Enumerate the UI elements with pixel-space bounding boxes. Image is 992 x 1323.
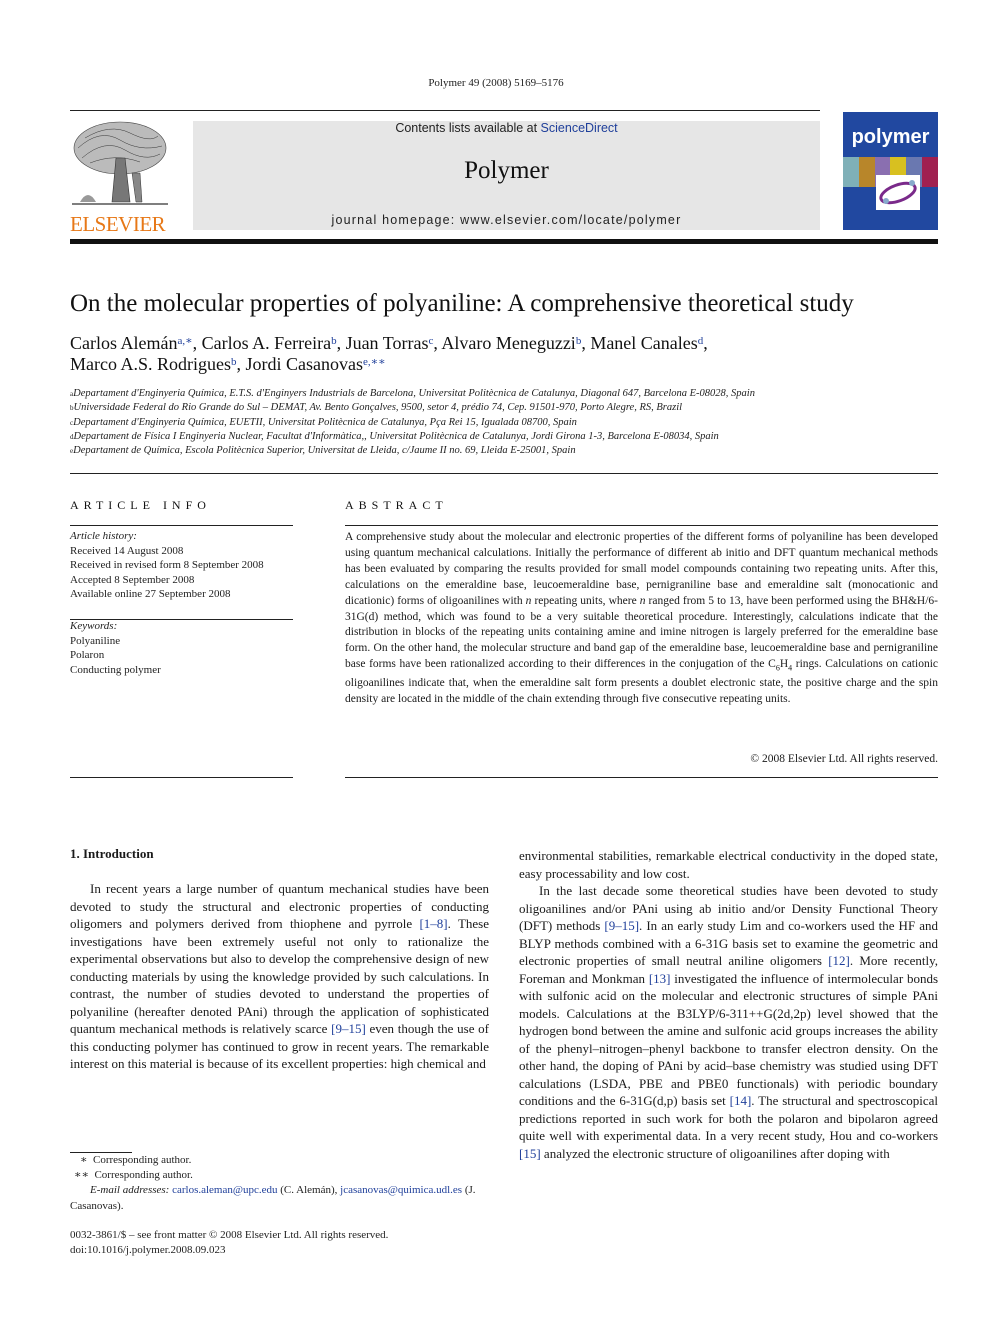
author[interactable]: Alvaro Meneguzzib bbox=[441, 333, 581, 353]
header-rule bbox=[70, 110, 820, 111]
sciencedirect-link[interactable]: ScienceDirect bbox=[541, 121, 618, 135]
reference-link[interactable]: [9–15] bbox=[604, 918, 639, 933]
affiliation: cDepartament d'Enginyeria Química, EUETI… bbox=[70, 416, 577, 428]
author[interactable]: Juan Torrasc bbox=[346, 333, 434, 353]
keyword: Conducting polymer bbox=[70, 663, 161, 676]
keywords: Keywords: Polyaniline Polaron Conducting… bbox=[70, 619, 300, 677]
email-link[interactable]: jcasanovas@quimica.udl.es bbox=[340, 1184, 462, 1196]
cover-molecule-image bbox=[876, 175, 920, 210]
paper-title: On the molecular properties of polyanili… bbox=[70, 290, 854, 317]
introduction-heading: 1. Introduction bbox=[70, 846, 154, 861]
author[interactable]: Jordi Casanovase,∗∗ bbox=[246, 354, 386, 374]
keywords-label: Keywords: bbox=[70, 620, 118, 632]
history-item: Available online 27 September 2008 bbox=[70, 588, 231, 600]
issn-line: 0032-3861/$ – see front matter © 2008 El… bbox=[70, 1229, 389, 1241]
reference-link[interactable]: [1–8] bbox=[419, 916, 447, 931]
footnote: ∗∗ Corresponding author. bbox=[74, 1169, 193, 1182]
divider bbox=[70, 777, 293, 778]
history-label: Article history: bbox=[70, 530, 137, 542]
abstract-text: A comprehensive study about the molecula… bbox=[345, 531, 938, 706]
history-item: Accepted 8 September 2008 bbox=[70, 573, 195, 586]
author[interactable]: Carlos A. Ferreirab bbox=[202, 333, 337, 353]
affiliation-list: aDepartament d'Enginyeria Química, E.T.S… bbox=[70, 387, 950, 458]
article-info-heading: ARTICLE INFO bbox=[70, 498, 211, 512]
cover-title: polymer bbox=[851, 126, 930, 148]
body-column-right: environmental stabilities, remarkable el… bbox=[519, 847, 938, 1162]
divider bbox=[345, 777, 938, 778]
affiliation: aDepartament d'Enginyeria Química, E.T.S… bbox=[70, 388, 755, 399]
reference-link[interactable]: [15] bbox=[519, 1146, 541, 1161]
reference-link[interactable]: [13] bbox=[649, 971, 671, 986]
affiliation: dDepartament de Física I Enginyeria Nucl… bbox=[70, 430, 719, 442]
paragraph: In recent years a large number of quantu… bbox=[70, 881, 489, 1071]
paragraph: environmental stabilities, remarkable el… bbox=[519, 848, 938, 881]
footnotes: ∗ Corresponding author. ∗∗ Corresponding… bbox=[70, 1153, 489, 1214]
section-rule bbox=[70, 473, 938, 474]
paragraph: In the last decade some theoretical stud… bbox=[519, 883, 939, 1161]
reference-link[interactable]: [9–15] bbox=[331, 1021, 366, 1036]
affiliation: eDepartament de Química, Escola Politècn… bbox=[70, 445, 576, 457]
article-history: Article history: Received 14 August 2008… bbox=[70, 529, 300, 602]
elsevier-wordmark: ELSEVIER bbox=[70, 212, 166, 236]
author-list: Carlos Alemána,∗, Carlos A. Ferreirab, J… bbox=[70, 333, 708, 374]
abstract-copyright: © 2008 Elsevier Ltd. All rights reserved… bbox=[750, 753, 938, 765]
divider bbox=[345, 525, 938, 526]
journal-name: Polymer bbox=[464, 157, 549, 184]
history-item: Received 14 August 2008 bbox=[70, 544, 184, 557]
reference-link[interactable]: [14] bbox=[730, 1093, 752, 1108]
keyword: Polyaniline bbox=[70, 634, 121, 647]
history-item: Received in revised form 8 September 200… bbox=[70, 559, 264, 571]
header-thick-rule bbox=[70, 239, 938, 244]
author[interactable]: Manel Canalesd bbox=[590, 333, 703, 353]
elsevier-logo[interactable]: ELSEVIER bbox=[70, 118, 172, 236]
author[interactable]: Carlos Alemána,∗ bbox=[70, 333, 193, 353]
body-column-left: In recent years a large number of quantu… bbox=[70, 880, 489, 1073]
journal-cover[interactable]: polymer bbox=[843, 112, 938, 230]
front-matter: 0032-3861/$ – see front matter © 2008 El… bbox=[70, 1228, 489, 1257]
reference-link[interactable]: [12] bbox=[828, 953, 850, 968]
journal-banner: Contents lists available at ScienceDirec… bbox=[193, 121, 820, 230]
contents-line: Contents lists available at ScienceDirec… bbox=[193, 121, 820, 135]
email-link[interactable]: carlos.aleman@upc.edu bbox=[172, 1184, 277, 1196]
elsevier-tree-icon bbox=[72, 121, 168, 205]
author[interactable]: Marco A.S. Rodriguesb bbox=[70, 354, 237, 374]
footnote: ∗ Corresponding author. bbox=[80, 1154, 192, 1166]
divider bbox=[70, 525, 293, 526]
abstract-heading: ABSTRACT bbox=[345, 498, 448, 512]
journal-homepage[interactable]: journal homepage: www.elsevier.com/locat… bbox=[193, 213, 820, 227]
doi[interactable]: doi:10.1016/j.polymer.2008.09.023 bbox=[70, 1243, 489, 1258]
email-addresses: E-mail addresses: carlos.aleman@upc.edu … bbox=[70, 1184, 476, 1212]
affiliation: bUniversidade Federal do Rio Grande do S… bbox=[70, 402, 683, 414]
contents-prefix: Contents lists available at bbox=[395, 121, 541, 135]
journal-citation: Polymer 49 (2008) 5169–5176 bbox=[428, 77, 564, 89]
keyword: Polaron bbox=[70, 649, 105, 661]
